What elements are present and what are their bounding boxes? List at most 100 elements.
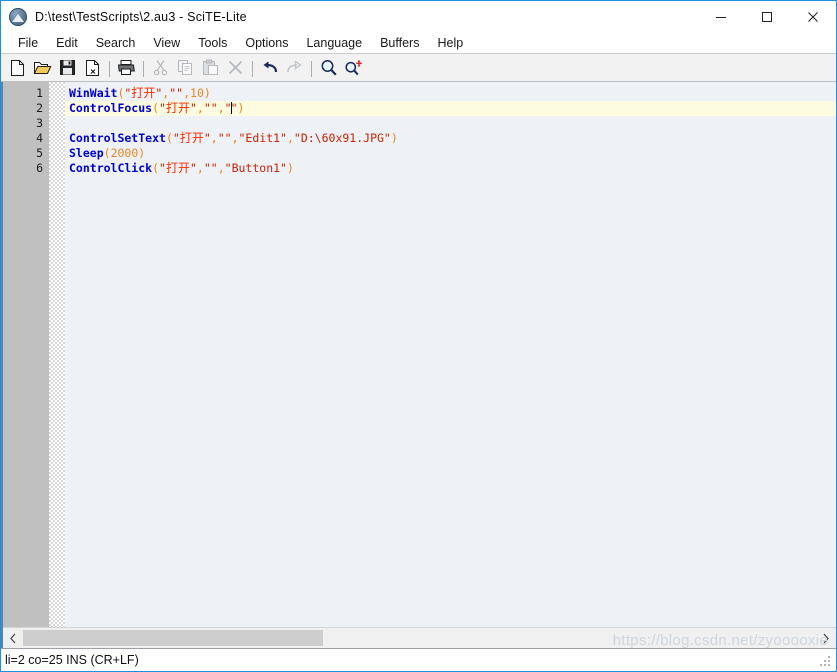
replace-icon[interactable]	[341, 56, 366, 80]
code-token-punct: (	[165, 131, 173, 145]
code-area[interactable]: WinWait("打开","",10) ControlFocus("打开","",…	[65, 82, 836, 627]
toolbar-separator	[105, 59, 114, 77]
paste-icon	[198, 56, 223, 80]
code-token-fn: WinWait	[69, 86, 118, 100]
chevron-left-icon[interactable]	[3, 629, 23, 647]
line-number: 3	[36, 116, 43, 130]
grip-dot	[824, 660, 826, 662]
menu-item-edit[interactable]: Edit	[47, 35, 87, 51]
toolbar	[1, 54, 836, 82]
line-number: 5	[36, 146, 43, 160]
code-token-punct: ,	[196, 161, 204, 175]
scrollbar-thumb[interactable]	[23, 630, 323, 646]
code-token-str: "D:\60x91.JPG"	[293, 131, 391, 145]
grip-dot	[824, 664, 826, 666]
code-token-punct: ,	[210, 131, 218, 145]
scite-main-window: D:\test\TestScripts\2.au3 - SciTE-Lite F…	[0, 0, 837, 672]
code-token-punct: ,	[217, 161, 225, 175]
code-token-str: ""	[169, 86, 184, 100]
find-icon[interactable]	[316, 56, 341, 80]
code-token-str: "	[230, 101, 238, 115]
code-line[interactable]: WinWait("打开","",10)	[65, 86, 836, 101]
fold-margin[interactable]	[49, 82, 65, 627]
window-title: D:\test\TestScripts\2.au3 - SciTE-Lite	[35, 9, 247, 24]
code-token-num: 10	[190, 86, 204, 100]
code-token-punct: ,	[231, 131, 239, 145]
code-token-punct: )	[390, 131, 398, 145]
code-token-punct: ,	[196, 101, 204, 115]
code-token-punct: ,	[286, 131, 294, 145]
menu-item-help[interactable]: Help	[428, 35, 472, 51]
menu-bar: File Edit Search View Tools Options Lang…	[1, 32, 836, 54]
grip-dot	[828, 660, 830, 662]
resize-grip[interactable]	[820, 656, 833, 669]
line-number: 6	[36, 161, 43, 175]
code-token-str: "Edit1"	[238, 131, 287, 145]
code-token-punct: ,	[217, 101, 225, 115]
code-token-fn: ControlFocus	[69, 101, 153, 115]
code-token-punct: )	[203, 86, 211, 100]
code-line[interactable]: Sleep(2000)	[65, 146, 836, 161]
code-token-punct: )	[237, 101, 245, 115]
minimize-icon[interactable]	[698, 1, 744, 32]
save-file-icon[interactable]	[55, 56, 80, 80]
grip-dot	[820, 664, 822, 666]
code-line[interactable]: ControlFocus("打开","","")	[65, 101, 836, 116]
code-token-punct: (	[103, 146, 111, 160]
cut-icon	[148, 56, 173, 80]
code-token-str: "	[203, 131, 211, 145]
open-file-icon[interactable]	[30, 56, 55, 80]
code-line[interactable]	[65, 116, 836, 131]
window-controls	[698, 1, 836, 32]
horizontal-scrollbar[interactable]	[3, 627, 836, 648]
code-token-str: "Button1"	[224, 161, 287, 175]
toolbar-separator	[307, 59, 316, 77]
menu-item-tools[interactable]: Tools	[189, 35, 236, 51]
line-number: 4	[36, 131, 43, 145]
toolbar-separator	[248, 59, 257, 77]
menu-item-buffers[interactable]: Buffers	[371, 35, 428, 51]
code-token-fn: ControlSetText	[69, 131, 166, 145]
chevron-right-icon[interactable]	[816, 629, 836, 647]
code-token-str: ""	[217, 131, 232, 145]
copy-icon	[173, 56, 198, 80]
menu-item-language[interactable]: Language	[297, 35, 371, 51]
code-line[interactable]: ControlClick("打开","","Button1")	[65, 161, 836, 176]
new-file-icon[interactable]	[5, 56, 30, 80]
code-line[interactable]: ControlSetText("打开","","Edit1","D:\60x91…	[65, 131, 836, 146]
code-token-punct: (	[152, 101, 160, 115]
scite-app-icon	[9, 7, 27, 26]
menu-item-options[interactable]: Options	[236, 35, 297, 51]
code-token-str: "	[159, 161, 166, 175]
toolbar-separator	[139, 59, 148, 77]
line-number: 2	[36, 101, 43, 115]
redo-icon	[282, 56, 307, 80]
scrollbar-track[interactable]	[23, 629, 816, 647]
maximize-icon[interactable]	[744, 1, 790, 32]
line-number: 1	[36, 86, 43, 100]
menu-item-search[interactable]: Search	[87, 35, 145, 51]
status-bar: li=2 co=25 INS (CR+LF)	[1, 648, 836, 671]
title-bar: D:\test\TestScripts\2.au3 - SciTE-Lite	[1, 1, 836, 32]
close-file-icon[interactable]	[80, 56, 105, 80]
code-token-cjk: 打开	[179, 131, 204, 145]
status-position-text: li=2 co=25 INS (CR+LF)	[5, 653, 139, 667]
print-icon[interactable]	[114, 56, 139, 80]
code-token-str: "	[172, 131, 180, 145]
undo-icon[interactable]	[257, 56, 282, 80]
text-editor[interactable]: 1 2 3 4 5 6 WinWait("打开","",10) ControlFo…	[3, 82, 836, 627]
code-token-str: "	[159, 101, 166, 115]
code-token-cjk: 打开	[165, 101, 190, 115]
code-token-str: ""	[203, 161, 218, 175]
code-token-punct: )	[286, 161, 294, 175]
code-token-str: "	[189, 161, 197, 175]
line-number-gutter: 1 2 3 4 5 6	[3, 82, 49, 627]
code-token-punct: ,	[183, 86, 191, 100]
code-token-num: 2000	[110, 146, 139, 160]
menu-item-view[interactable]: View	[144, 35, 189, 51]
menu-item-file[interactable]: File	[9, 35, 47, 51]
close-icon[interactable]	[790, 1, 836, 32]
code-token-fn: Sleep	[69, 146, 104, 160]
grip-dot	[828, 656, 830, 658]
code-token-cjk: 打开	[131, 86, 156, 100]
